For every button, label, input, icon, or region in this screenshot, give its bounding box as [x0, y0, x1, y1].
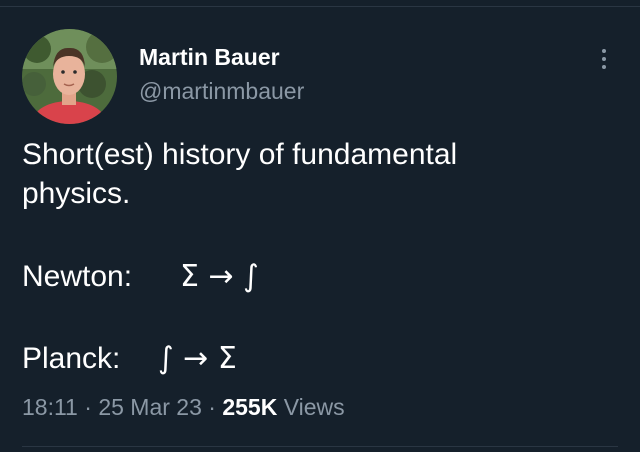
post-time[interactable]: 18:11 — [22, 394, 78, 420]
views-count[interactable]: 255K — [222, 394, 277, 420]
avatar[interactable] — [22, 29, 117, 124]
planck-label: Planck: — [22, 342, 121, 375]
bottom-divider — [22, 446, 618, 447]
post-meta: 18:11 · 25 Mar 23 · 255K Views — [22, 394, 345, 421]
meta-separator: · — [84, 394, 92, 420]
author-name[interactable]: Martin Bauer — [139, 44, 280, 71]
newton-label: Newton: — [22, 260, 133, 293]
top-divider — [0, 6, 640, 7]
newton-formula: Σ → ∫ — [180, 259, 259, 294]
author-handle[interactable]: @martinmbauer — [139, 78, 304, 105]
post-date[interactable]: 25 Mar 23 — [98, 394, 202, 420]
planck-formula: ∫ → Σ — [158, 341, 237, 376]
post-text-line: physics. — [22, 177, 131, 210]
more-options-button[interactable] — [592, 44, 616, 74]
views-label: Views — [283, 394, 345, 420]
meta-separator: · — [208, 394, 216, 420]
post-text-line: Short(est) history of fundamental — [22, 138, 458, 171]
more-vertical-icon — [602, 49, 606, 53]
